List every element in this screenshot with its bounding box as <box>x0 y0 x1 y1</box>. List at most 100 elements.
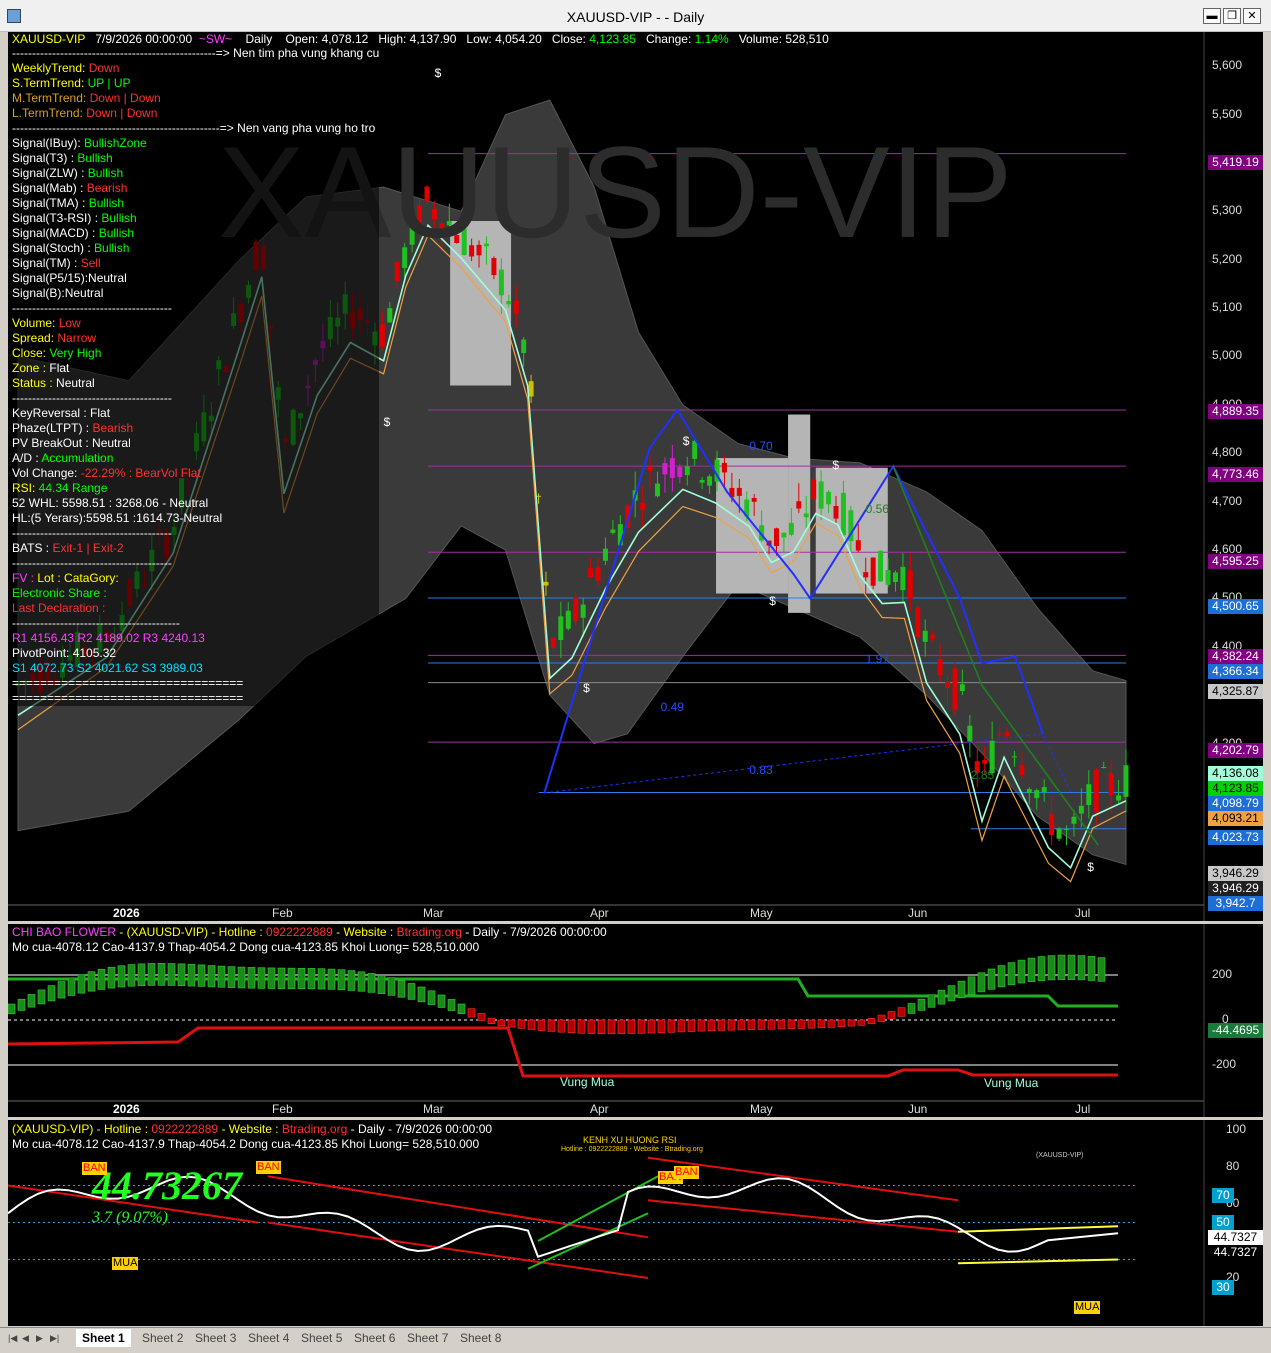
candle-body <box>513 300 519 314</box>
indicator-row: M.TermTrend: Down | Down <box>12 91 379 106</box>
indicator-row: Signal(Stoch) : Bullish <box>12 241 379 256</box>
candle-body <box>788 522 794 535</box>
flower-bar <box>407 983 416 1000</box>
candle-body <box>1034 790 1040 799</box>
indicator-label: Close: <box>12 346 50 360</box>
candle-body <box>1056 828 1062 839</box>
indicator-label: BATS : <box>12 541 53 555</box>
flower-bar <box>967 976 976 996</box>
candle-body <box>751 497 757 502</box>
sheet-tab[interactable]: Sheet 7 <box>401 1329 454 1347</box>
flower-bar <box>97 968 106 990</box>
candle-body <box>1049 813 1055 835</box>
flower-bar <box>397 980 406 998</box>
flower-bar <box>127 964 136 987</box>
price-chart-pane[interactable]: XAUUSD-VIP XAUUSD-VIP 7/9/2026 00:00:00 … <box>8 32 1263 921</box>
rsi-level-30: 30 <box>1212 1280 1234 1295</box>
month-label: 2026 <box>113 906 140 920</box>
flower-bar <box>1037 956 1046 981</box>
indicator-label: Phaze(LTPT) : <box>12 421 93 435</box>
close-value: 4,123.85 <box>589 32 636 46</box>
candle-body <box>506 301 512 305</box>
indicator-value: Down <box>88 61 120 75</box>
sheet-nav-button[interactable]: ◀ <box>20 1329 31 1347</box>
candle-body <box>1004 731 1010 737</box>
indicator-value: Neutral <box>56 376 95 390</box>
flower-bar <box>327 968 336 990</box>
flower-bar <box>337 969 346 991</box>
month-label: Apr <box>590 906 609 920</box>
indicator-value: Bullish <box>77 151 113 165</box>
indicator-label: Status : <box>12 376 57 390</box>
sheet-nav-button[interactable]: ▶| <box>48 1329 61 1347</box>
candle-body <box>833 505 839 519</box>
rsi-channel-pane[interactable]: (XAUUSD-VIP) - Hotline : 0922222889 - We… <box>8 1120 1263 1326</box>
flower-month-label: Jul <box>1075 1102 1091 1116</box>
maximize-button[interactable]: ❐ <box>1223 8 1241 24</box>
flower-bar <box>567 1019 576 1034</box>
chart-header: XAUUSD-VIP 7/9/2026 00:00:00 ~SW~ Daily … <box>12 32 829 47</box>
indicator-row: Phaze(LTPT) : Bearish <box>12 421 379 436</box>
rsi-tick: 80 <box>1226 1159 1240 1173</box>
indicator-label: Signal(B): <box>12 286 65 300</box>
candle-body <box>1093 769 1099 813</box>
indicator-value: Neutral <box>88 271 127 285</box>
flower-bar <box>137 963 146 986</box>
indicator-row: Signal(MACD) : Bullish <box>12 226 379 241</box>
header-period: Daily <box>245 32 273 46</box>
flower-bar <box>767 1019 776 1030</box>
header-tag: ~SW~ <box>198 32 233 46</box>
sheet-nav-button[interactable]: ▶ <box>34 1329 45 1347</box>
candle-body <box>781 532 787 538</box>
price-tick: 5,200 <box>1212 251 1243 266</box>
candle-body <box>1041 787 1047 793</box>
fib-label: 0.83 <box>749 762 773 777</box>
indicator-value: Bearish <box>92 421 134 435</box>
sheet-tab[interactable]: Sheet 8 <box>454 1329 507 1347</box>
indicator-row: Volume: Low <box>12 316 379 331</box>
indicator-value: Narrow <box>57 331 97 345</box>
flower-bar <box>677 1019 686 1033</box>
sheet-tab[interactable]: Sheet 6 <box>348 1329 401 1347</box>
indicator-label: Signal(TM) : <box>12 256 81 270</box>
flower-bar <box>527 1019 536 1030</box>
indicator-label: PivotPoint: 4105.32 <box>12 646 117 660</box>
close-button[interactable]: ✕ <box>1243 8 1261 24</box>
sheet-tab[interactable]: Sheet 2 <box>136 1329 189 1347</box>
candle-body <box>930 635 936 639</box>
flower-bar <box>897 1007 906 1017</box>
flower-bar <box>447 999 456 1011</box>
candle-body <box>528 381 534 397</box>
indicator-value: Down | Down <box>89 91 161 105</box>
candle-body <box>498 269 504 296</box>
flower-bar <box>647 1019 656 1034</box>
indicator-label: M.TermTrend: <box>12 91 90 105</box>
candle-body <box>595 567 601 581</box>
flower-bar <box>47 985 56 1002</box>
candle-body <box>818 481 824 509</box>
flower-bar <box>777 1019 786 1030</box>
candle-body <box>521 339 527 354</box>
flower-bar <box>717 1019 726 1031</box>
flower-bar <box>317 968 326 990</box>
sheet-nav-button[interactable]: |◀ <box>6 1329 19 1347</box>
flower-bar <box>437 994 446 1008</box>
sheet-tab[interactable]: Sheet 4 <box>242 1329 295 1347</box>
flower-bar <box>817 1019 826 1029</box>
sheet-tab[interactable]: Sheet 3 <box>189 1329 242 1347</box>
indicator-row: R1 4156.43 R2 4189.02 R3 4240.13 <box>12 631 379 646</box>
sheet-tab[interactable]: Sheet 5 <box>295 1329 348 1347</box>
flower-indicator-pane[interactable]: CHI BAO FLOWER - (XAUUSD-VIP) - Hotline … <box>8 924 1263 1117</box>
rsi-big-change: 3.7 (9.07%) <box>92 1209 168 1226</box>
indicator-value: Lot : CataGory: <box>37 571 119 585</box>
candle-body <box>900 566 906 591</box>
indicator-text: ================================= <box>12 676 244 690</box>
indicator-label: S.TermTrend: <box>12 76 88 90</box>
sheet-tab[interactable]: Sheet 1 <box>76 1329 131 1347</box>
minimize-button[interactable]: ▬ <box>1203 8 1221 24</box>
indicator-label: FV : <box>12 571 38 585</box>
price-tag: 4,023.73 <box>1208 830 1263 845</box>
candle-body <box>937 658 943 676</box>
flower-bar <box>147 963 156 986</box>
zone-label-buy-2: Vung Mua <box>984 1076 1039 1090</box>
